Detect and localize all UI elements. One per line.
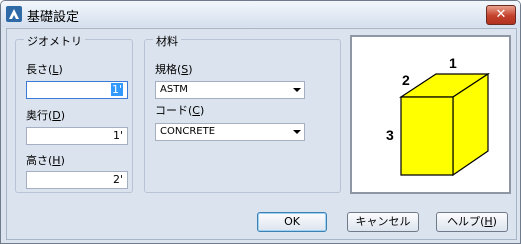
geometry-group-label: ジオメトリ [24,33,85,49]
dialog-body: ジオメトリ 長さ(L) 1' 奥行(D) 1' 高さ(H) 2' 材料 規格(S… [6,28,517,240]
height-label: 高さ(H) [26,154,65,167]
geometry-group: ジオメトリ 長さ(L) 1' 奥行(D) 1' 高さ(H) 2' [15,33,133,193]
cancel-button[interactable]: キャンセル [347,212,419,232]
footing-preview: 1 2 3 [350,35,511,194]
standard-select[interactable]: ASTM [155,81,305,99]
close-button[interactable]: ✕ [486,5,516,25]
length-label: 長さ(L) [26,63,63,76]
ok-button[interactable]: OK [257,212,327,232]
chevron-down-icon [293,88,301,92]
window-title: 基礎設定 [27,10,80,25]
standard-label: 規格(S) [155,63,193,76]
material-group: 材料 規格(S) ASTM コード(C) CONCRETE [144,33,341,193]
depth-input[interactable]: 1' [26,127,128,145]
depth-label: 奥行(D) [26,109,66,122]
preview-label-1: 1 [449,55,457,71]
cube-front-face [400,96,454,176]
code-select-value: CONCRETE [160,126,216,137]
material-group-label: 材料 [153,33,181,49]
help-button[interactable]: ヘルプ(H) [436,212,508,232]
preview-label-3: 3 [386,127,394,143]
height-input[interactable]: 2' [26,171,128,189]
chevron-down-icon [293,130,301,134]
code-label: コード(C) [155,104,205,117]
title-bar[interactable]: 基礎設定 ✕ [1,1,520,27]
code-select[interactable]: CONCRETE [155,123,305,141]
dialog-window: 基礎設定 ✕ ジオメトリ 長さ(L) 1' 奥行(D) 1' 高さ(H) 2' … [0,0,521,244]
standard-select-value: ASTM [160,84,188,95]
cube-diagram: 1 2 3 [386,55,491,177]
length-input[interactable]: 1' [26,81,128,99]
close-icon: ✕ [495,7,507,22]
preview-label-2: 2 [402,72,410,88]
autocad-app-icon [6,6,22,22]
